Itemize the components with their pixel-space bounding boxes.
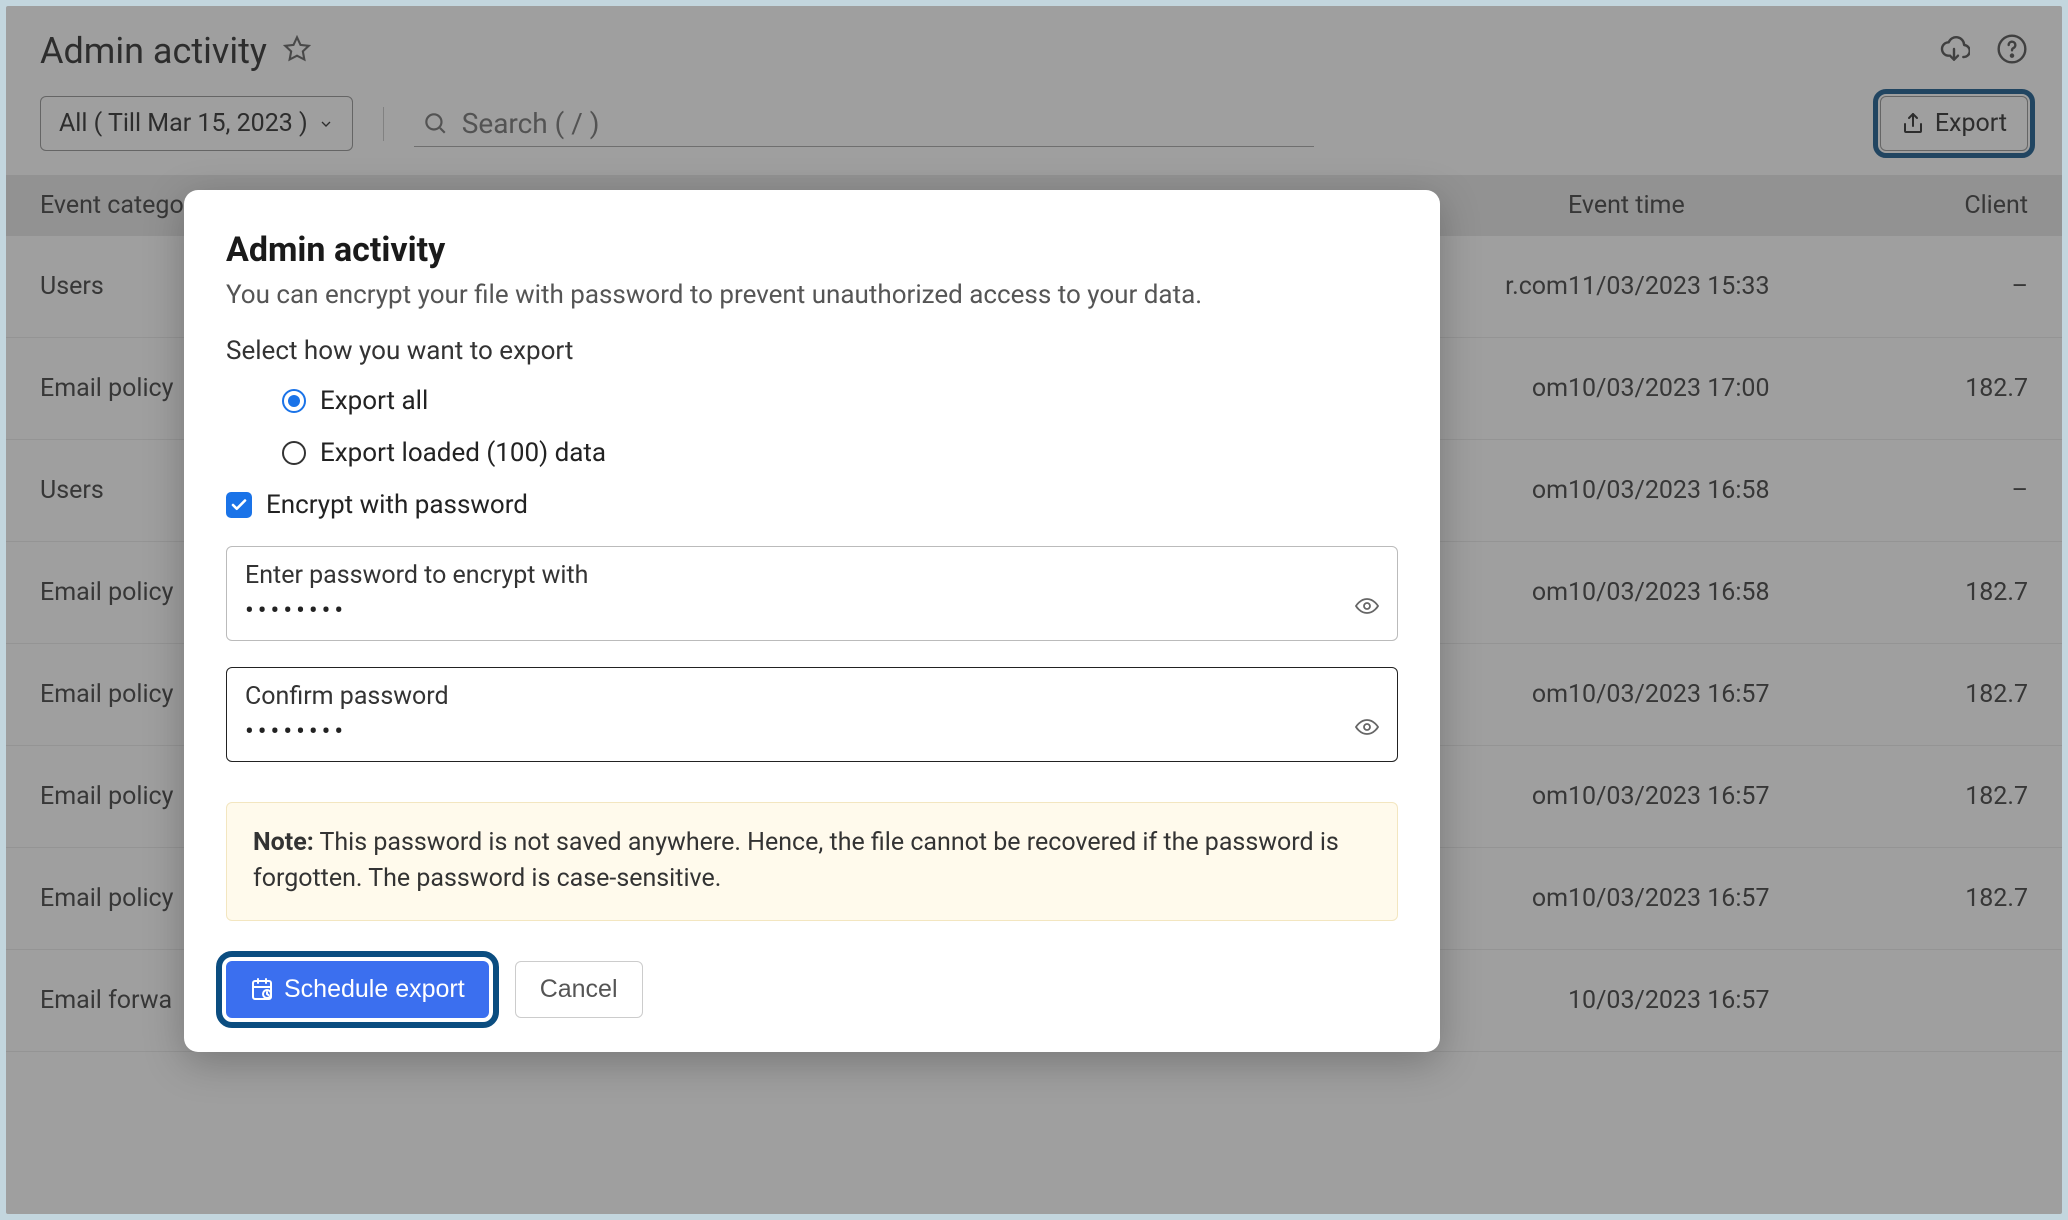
select-export-label: Select how you want to export	[226, 336, 1398, 366]
modal-title: Admin activity	[226, 230, 1398, 270]
cancel-button[interactable]: Cancel	[515, 961, 643, 1018]
checkbox-icon	[226, 492, 252, 518]
note-box: Note: This password is not saved anywher…	[226, 802, 1398, 921]
encrypt-label: Encrypt with password	[266, 490, 528, 520]
confirm-password-value: ••••••••	[245, 717, 1341, 747]
encrypt-checkbox[interactable]: Encrypt with password	[226, 490, 1398, 520]
password-value: ••••••••	[245, 596, 1341, 626]
calendar-clock-icon	[250, 977, 274, 1001]
schedule-label: Schedule export	[284, 975, 465, 1004]
radio-export-all[interactable]: Export all	[282, 386, 1398, 416]
radio-label: Export all	[320, 386, 428, 416]
eye-icon[interactable]	[1355, 594, 1379, 622]
confirm-password-field[interactable]: Confirm password ••••••••	[226, 667, 1398, 762]
modal-subtitle: You can encrypt your file with password …	[226, 280, 1398, 310]
radio-label: Export loaded (100) data	[320, 438, 606, 468]
cancel-label: Cancel	[540, 975, 618, 1003]
note-text: This password is not saved anywhere. Hen…	[253, 828, 1339, 893]
radio-icon	[282, 441, 306, 465]
note-prefix: Note:	[253, 828, 314, 857]
password-field[interactable]: Enter password to encrypt with ••••••••	[226, 546, 1398, 641]
schedule-export-button[interactable]: Schedule export	[226, 961, 489, 1018]
password-label: Enter password to encrypt with	[245, 561, 1341, 590]
export-modal: Admin activity You can encrypt your file…	[184, 190, 1440, 1052]
eye-icon[interactable]	[1355, 715, 1379, 743]
radio-export-loaded[interactable]: Export loaded (100) data	[282, 438, 1398, 468]
radio-icon	[282, 389, 306, 413]
confirm-password-label: Confirm password	[245, 682, 1341, 711]
